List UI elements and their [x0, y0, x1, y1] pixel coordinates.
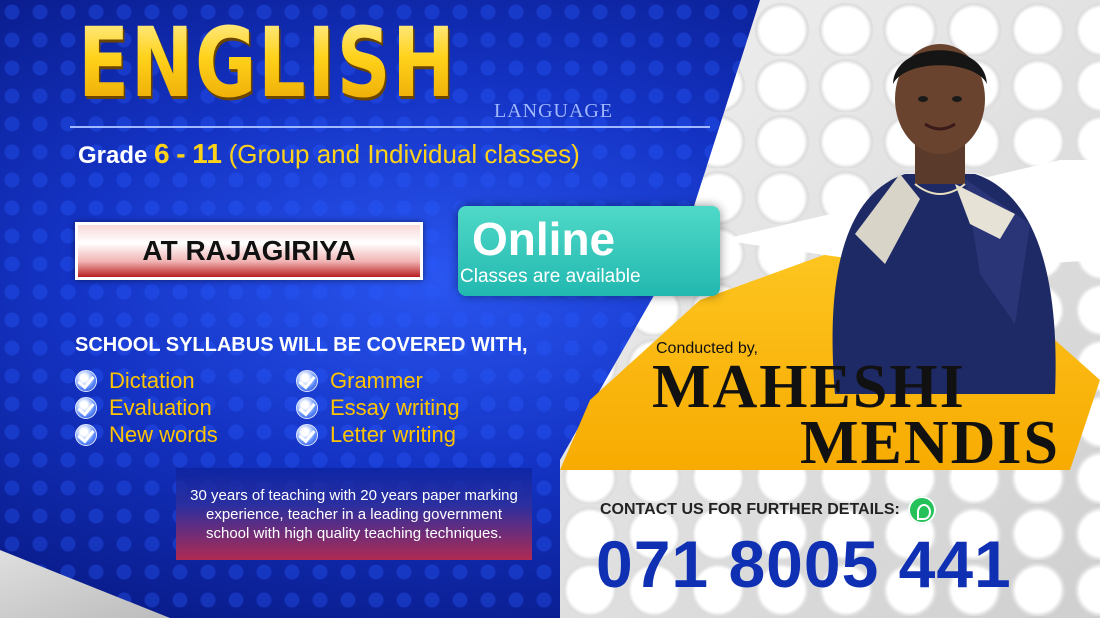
header-divider — [70, 126, 710, 128]
topic-item: Essay writing — [296, 395, 460, 421]
topic-item: Letter writing — [296, 422, 456, 448]
topic-item: Grammer — [296, 368, 423, 394]
grade-separator: - — [176, 138, 186, 169]
flyer: ENGLISH LANGUAGE Grade 6 - 11 (Group and… — [0, 0, 1100, 618]
online-subtitle: Classes are available — [460, 266, 641, 287]
grey-corner-wedge — [0, 550, 170, 618]
phone-number: 071 8005 441 — [596, 527, 1012, 601]
online-badge: Online Classes are available — [458, 206, 720, 296]
check-icon — [75, 424, 97, 446]
headline-subtitle: LANGUAGE — [494, 100, 614, 122]
topic-label: Dictation — [109, 368, 195, 393]
headline-title: ENGLISH — [78, 7, 457, 119]
check-icon — [296, 370, 318, 392]
teacher-last-name: MENDIS — [800, 409, 1061, 477]
contact-label: CONTACT US FOR FURTHER DETAILS: — [600, 496, 936, 524]
check-icon — [75, 370, 97, 392]
syllabus-title: SCHOOL SYLLABUS WILL BE COVERED WITH, — [75, 334, 528, 356]
online-title: Online — [472, 213, 616, 265]
topic-label: Grammer — [330, 368, 423, 393]
teacher-photo — [832, 44, 1056, 394]
contact-text: CONTACT US FOR FURTHER DETAILS: — [600, 501, 900, 518]
experience-text: 30 years of teaching with 20 years paper… — [176, 468, 532, 560]
check-icon — [75, 397, 97, 419]
topic-item: Dictation — [75, 368, 195, 394]
topic-label: New words — [109, 422, 218, 447]
grade-to: 11 — [192, 138, 222, 169]
whatsapp-icon — [907, 496, 936, 524]
grade-from: 6 — [154, 138, 170, 169]
topic-item: New words — [75, 422, 218, 448]
check-icon — [296, 397, 318, 419]
grade-label: Grade — [78, 142, 148, 169]
grade-line: Grade 6 - 11 (Group and Individual class… — [78, 138, 580, 170]
topic-label: Essay writing — [330, 395, 460, 420]
topic-label: Evaluation — [109, 395, 212, 420]
grade-description: (Group and Individual classes) — [228, 139, 580, 169]
topic-label: Letter writing — [330, 422, 456, 447]
location-banner: AT RAJAGIRIYA — [75, 222, 423, 280]
check-icon — [296, 424, 318, 446]
topic-item: Evaluation — [75, 395, 212, 421]
